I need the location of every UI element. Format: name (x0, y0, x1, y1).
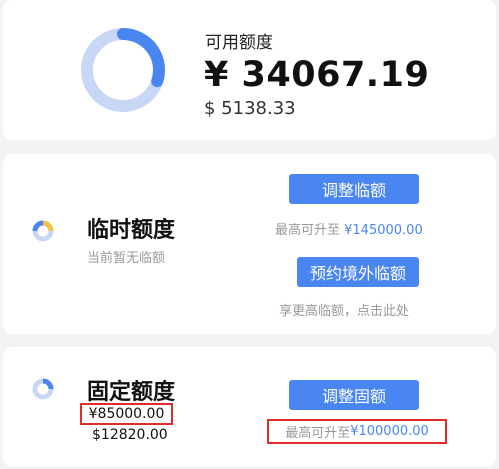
fixed-credit-amount-usd: $12820.00 (92, 427, 168, 443)
reserve-overseas-hint[interactable]: 享更高临额，点击此处 (279, 300, 409, 319)
fixed-credit-label: 固定额度 (87, 380, 176, 405)
available-credit-ring-chart (81, 28, 165, 112)
temporary-credit-label: 临时额度 (87, 218, 176, 243)
fixed-credit-amount-cny: ¥85000.00 (80, 403, 173, 425)
available-credit-amount-usd: $ 5138.33 (204, 98, 296, 119)
available-credit-card: 可用额度 ¥ 34067.19 $ 5138.33 (3, 0, 496, 140)
adjust-temporary-credit-button[interactable]: 调整临额 (289, 174, 419, 204)
fixed-credit-card: 固定额度 ¥85000.00 $12820.00 调整固额 最高可升至 ¥100… (3, 347, 496, 467)
hint-prefix: 最高可升至 (275, 223, 345, 238)
temporary-credit-icon (32, 220, 54, 242)
hint-prefix: 最高可升至 (285, 426, 351, 441)
adjust-fixed-credit-button[interactable]: 调整固额 (289, 380, 419, 410)
reserve-overseas-temporary-credit-button[interactable]: 预约境外临额 (297, 257, 419, 287)
fixed-credit-icon (32, 378, 54, 400)
hint-max-amount: ¥100000.00 (350, 424, 429, 439)
available-credit-amount-cny: ¥ 34067.19 (204, 55, 430, 95)
available-credit-label: 可用额度 (205, 33, 273, 53)
adjust-fixed-credit-hint: 最高可升至 ¥100000.00 (267, 419, 447, 444)
temporary-credit-card: 临时额度 当前暂无临额 调整临额 最高可升至 ¥145000.00 预约境外临额… (3, 154, 496, 334)
adjust-temporary-credit-hint: 最高可升至 ¥145000.00 (275, 219, 423, 238)
temporary-credit-status: 当前暂无临额 (87, 251, 166, 266)
hint-max-amount: ¥145000.00 (344, 223, 423, 238)
